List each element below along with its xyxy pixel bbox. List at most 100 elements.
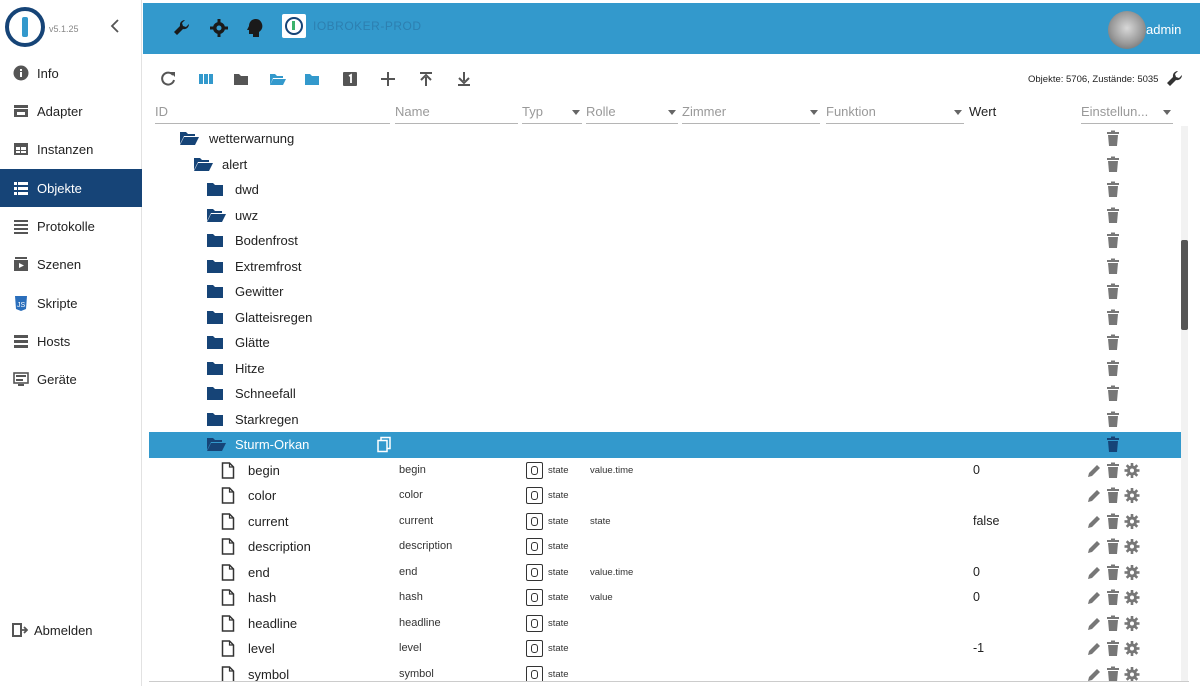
delete-icon[interactable]: [1105, 334, 1121, 351]
folder-row[interactable]: wetterwarnung: [149, 126, 1181, 152]
folder-open-icon[interactable]: [193, 156, 213, 173]
gear-icon[interactable]: [1124, 666, 1140, 681]
edit-icon[interactable]: [1086, 564, 1102, 581]
folder-row[interactable]: Extremfrost: [149, 254, 1181, 280]
edit-icon[interactable]: [1086, 538, 1102, 555]
column-einstellungen[interactable]: Einstellun...: [1081, 103, 1173, 124]
edit-icon[interactable]: [1086, 589, 1102, 606]
row-value[interactable]: -1: [973, 641, 984, 655]
folder-row[interactable]: dwd: [149, 177, 1181, 203]
sidebar-item-adapter[interactable]: Adapter: [0, 92, 142, 130]
vertical-scrollbar[interactable]: [1181, 126, 1188, 681]
delete-icon[interactable]: [1105, 513, 1121, 530]
folder-open-icon[interactable]: [267, 69, 287, 89]
add-icon[interactable]: [378, 69, 398, 89]
delete-icon[interactable]: [1105, 283, 1121, 300]
delete-icon[interactable]: [1105, 640, 1121, 657]
column-zimmer[interactable]: Zimmer: [682, 103, 820, 124]
delete-icon[interactable]: [1105, 385, 1121, 402]
edit-icon[interactable]: [1086, 615, 1102, 632]
gear-icon[interactable]: [1124, 538, 1140, 555]
delete-icon[interactable]: [1105, 615, 1121, 632]
column-id[interactable]: ID: [155, 103, 390, 124]
edit-icon[interactable]: [1086, 666, 1102, 682]
gear-icon[interactable]: [1124, 615, 1140, 632]
folder-icon[interactable]: [206, 360, 224, 377]
delete-icon[interactable]: [1105, 309, 1121, 326]
avatar[interactable]: [1108, 11, 1146, 49]
folder-open-icon[interactable]: [206, 436, 226, 453]
folder-row[interactable]: Glätte: [149, 330, 1181, 356]
column-name[interactable]: Name: [395, 103, 518, 124]
delete-icon[interactable]: [1105, 232, 1121, 249]
wrench-icon[interactable]: [1164, 68, 1186, 90]
gear-icon[interactable]: [1124, 640, 1140, 657]
copy-icon[interactable]: [376, 436, 392, 453]
column-funktion[interactable]: Funktion: [826, 103, 964, 124]
wrench-icon[interactable]: [171, 17, 193, 39]
columns-icon[interactable]: [196, 69, 216, 89]
sidebar-item-objekte[interactable]: Objekte: [0, 169, 142, 207]
folder-icon[interactable]: [206, 334, 224, 351]
folder-icon[interactable]: [206, 258, 224, 275]
delete-icon[interactable]: [1105, 207, 1121, 224]
refresh-icon[interactable]: [158, 69, 178, 89]
folder-expand-icon[interactable]: [302, 69, 322, 89]
chevron-left-icon[interactable]: [110, 18, 120, 34]
delete-icon[interactable]: [1105, 181, 1121, 198]
folder-row[interactable]: uwz: [149, 203, 1181, 229]
folder-open-icon[interactable]: [206, 207, 226, 224]
delete-icon[interactable]: [1105, 411, 1121, 428]
delete-icon[interactable]: [1105, 436, 1121, 453]
delete-icon[interactable]: [1105, 487, 1121, 504]
gear-icon[interactable]: [1124, 462, 1140, 479]
state-row[interactable]: headline headline state: [149, 611, 1181, 637]
state-row[interactable]: color color state: [149, 483, 1181, 509]
state-row[interactable]: end end state value.time 0: [149, 560, 1181, 586]
folder-icon[interactable]: [206, 385, 224, 402]
folder-row[interactable]: Starkregen: [149, 407, 1181, 433]
sidebar-item-geraete[interactable]: Geräte: [0, 360, 142, 398]
sidebar-item-info[interactable]: Info: [0, 54, 142, 92]
download-icon[interactable]: [454, 69, 474, 89]
sidebar-item-hosts[interactable]: Hosts: [0, 322, 142, 360]
folder-icon[interactable]: [206, 232, 224, 249]
folder-open-icon[interactable]: [179, 130, 199, 147]
state-row[interactable]: description description state: [149, 534, 1181, 560]
edit-icon[interactable]: [1086, 513, 1102, 530]
sidebar-item-skripte[interactable]: JS Skripte: [0, 284, 142, 322]
delete-icon[interactable]: [1105, 538, 1121, 555]
delete-icon[interactable]: [1105, 360, 1121, 377]
state-row[interactable]: hash hash state value 0: [149, 585, 1181, 611]
delete-icon[interactable]: [1105, 130, 1121, 147]
level-one-icon[interactable]: [340, 69, 360, 89]
upload-icon[interactable]: [416, 69, 436, 89]
state-row[interactable]: current current state state false: [149, 509, 1181, 535]
folder-row[interactable]: Bodenfrost: [149, 228, 1181, 254]
gear-icon[interactable]: [1124, 589, 1140, 606]
folder-row[interactable]: Hitze: [149, 356, 1181, 382]
column-rolle[interactable]: Rolle: [586, 103, 678, 124]
edit-icon[interactable]: [1086, 487, 1102, 504]
sidebar-item-protokolle[interactable]: Protokolle: [0, 207, 142, 245]
gear-icon[interactable]: [1124, 564, 1140, 581]
sidebar-item-szenen[interactable]: Szenen: [0, 245, 142, 283]
gear-icon[interactable]: [1124, 513, 1140, 530]
row-value[interactable]: 0: [973, 590, 980, 604]
user-name[interactable]: admin: [1146, 22, 1181, 37]
brain-icon[interactable]: [245, 17, 267, 39]
column-typ[interactable]: Typ: [522, 103, 582, 124]
row-value[interactable]: false: [973, 514, 999, 528]
logout-button[interactable]: Abmelden: [0, 611, 142, 649]
row-value[interactable]: 0: [973, 463, 980, 477]
folder-row[interactable]: alert: [149, 152, 1181, 178]
edit-icon[interactable]: [1086, 462, 1102, 479]
folder-icon[interactable]: [206, 283, 224, 300]
gear-icon[interactable]: [1124, 487, 1140, 504]
folder-row[interactable]: Gewitter: [149, 279, 1181, 305]
state-row[interactable]: level level state -1: [149, 636, 1181, 662]
folder-collapse-icon[interactable]: [231, 69, 251, 89]
folder-icon[interactable]: [206, 411, 224, 428]
state-row[interactable]: begin begin state value.time 0: [149, 458, 1181, 484]
sidebar-item-instanzen[interactable]: Instanzen: [0, 130, 142, 168]
